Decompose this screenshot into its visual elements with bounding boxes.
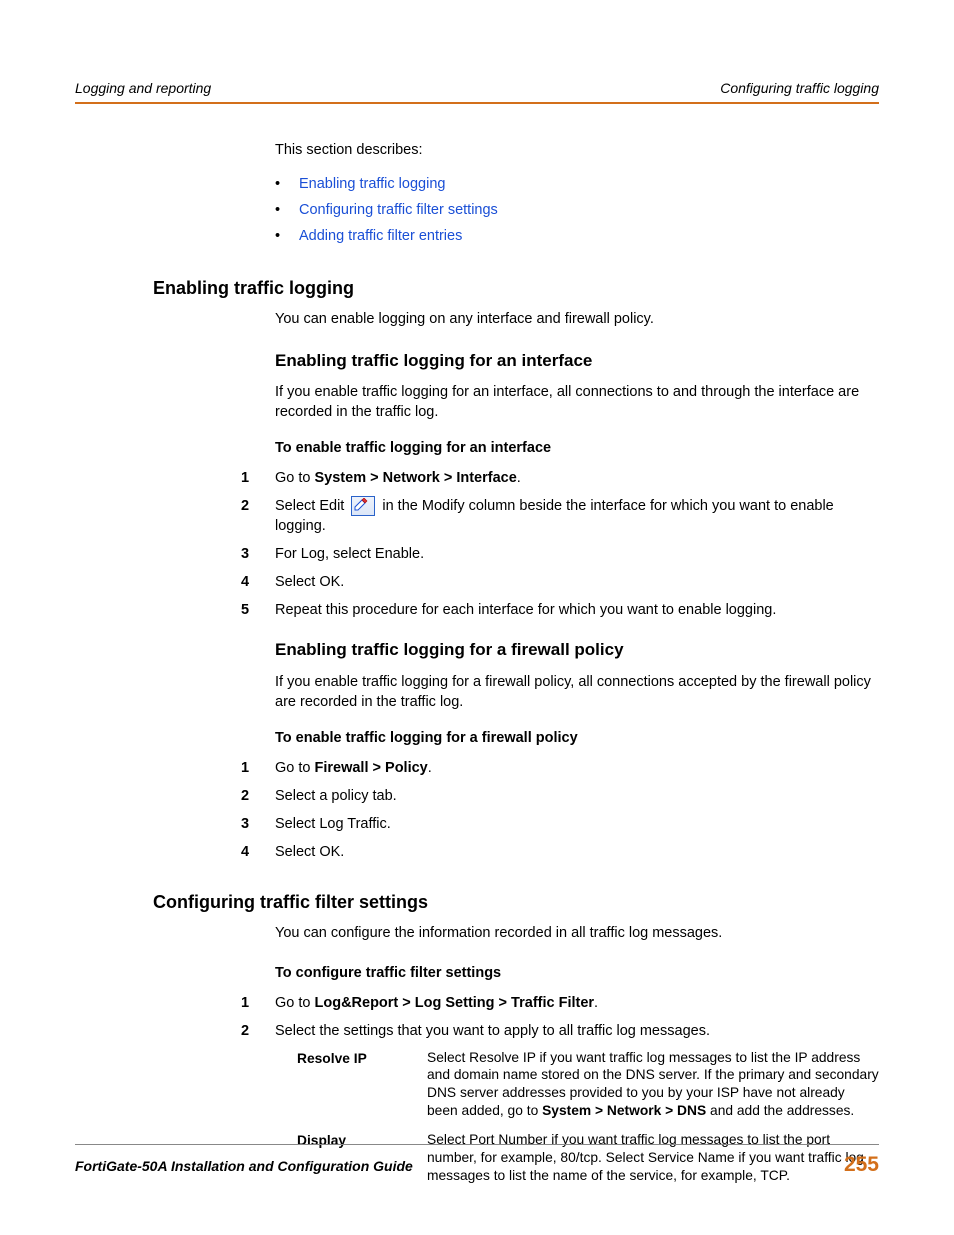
step-number: 2 <box>241 1021 275 1041</box>
page-content: This section describes: • Enabling traff… <box>75 140 879 1184</box>
toc-link-configuring[interactable]: Configuring traffic filter settings <box>299 200 498 220</box>
step-text: Go to Firewall > Policy. <box>275 758 879 778</box>
page-footer: FortiGate-50A Installation and Configura… <box>75 1144 879 1177</box>
step-number: 2 <box>241 496 275 536</box>
step-fragment: . <box>517 470 521 486</box>
bullet-icon: • <box>275 200 299 220</box>
step-number: 1 <box>241 993 275 1013</box>
header-right: Configuring traffic logging <box>720 80 879 96</box>
step-fragment: Go to <box>275 760 315 776</box>
step-row: 4 Select OK. <box>241 842 879 862</box>
setting-description: Select Resolve IP if you want traffic lo… <box>427 1049 879 1120</box>
step-number: 5 <box>241 600 275 620</box>
edit-icon <box>351 496 375 516</box>
heading-enabling-traffic-logging: Enabling traffic logging <box>153 276 879 301</box>
heading-configuring-filter: Configuring traffic filter settings <box>153 890 879 915</box>
step-number: 3 <box>241 814 275 834</box>
step-path: Log&Report > Log Setting > Traffic Filte… <box>315 995 595 1011</box>
step-number: 3 <box>241 544 275 564</box>
step-path: System > Network > Interface <box>315 470 517 486</box>
step-row: 4 Select OK. <box>241 572 879 592</box>
toc-item: • Adding traffic filter entries <box>275 226 879 246</box>
step-fragment: Select Edit <box>275 498 348 514</box>
procedure-title: To configure traffic filter settings <box>275 963 879 983</box>
step-text: Go to Log&Report > Log Setting > Traffic… <box>275 993 879 1013</box>
desc-path: System > Network > DNS <box>542 1103 706 1118</box>
step-row: 1 Go to Firewall > Policy. <box>241 758 879 778</box>
step-row: 1 Go to System > Network > Interface. <box>241 468 879 488</box>
step-text: For Log, select Enable. <box>275 544 879 564</box>
desc-fragment: and add the addresses. <box>706 1103 854 1118</box>
heading-interface: Enabling traffic logging for an interfac… <box>275 349 879 372</box>
step-number: 1 <box>241 468 275 488</box>
bullet-icon: • <box>275 174 299 194</box>
toc-item: • Configuring traffic filter settings <box>275 200 879 220</box>
step-text: Repeat this procedure for each interface… <box>275 600 879 620</box>
procedure-title: To enable traffic logging for an interfa… <box>275 438 879 458</box>
procedure-title: To enable traffic logging for a firewall… <box>275 728 879 748</box>
step-fragment: . <box>594 995 598 1011</box>
step-row: 3 For Log, select Enable. <box>241 544 879 564</box>
page-number: 255 <box>844 1153 879 1177</box>
step-path: Firewall > Policy <box>315 760 428 776</box>
heading-firewall-policy: Enabling traffic logging for a firewall … <box>275 638 879 661</box>
step-number: 2 <box>241 786 275 806</box>
toc-list: • Enabling traffic logging • Configuring… <box>275 174 879 246</box>
body-text: If you enable traffic logging for a fire… <box>275 672 879 712</box>
step-text: Select OK. <box>275 842 879 862</box>
step-text: Select OK. <box>275 572 879 592</box>
step-number: 1 <box>241 758 275 778</box>
page-header: Logging and reporting Configuring traffi… <box>75 80 879 104</box>
table-row: Resolve IP Select Resolve IP if you want… <box>297 1049 879 1120</box>
toc-link-enabling[interactable]: Enabling traffic logging <box>299 174 445 194</box>
intro-text: This section describes: <box>275 140 879 160</box>
step-fragment: Go to <box>275 995 315 1011</box>
step-text: Select the settings that you want to app… <box>275 1021 879 1041</box>
step-text: Select Edit in the Modify column beside … <box>275 496 879 536</box>
step-fragment: Go to <box>275 470 315 486</box>
setting-label: Resolve IP <box>297 1049 427 1120</box>
step-fragment: . <box>428 760 432 776</box>
bullet-icon: • <box>275 226 299 246</box>
step-text: Select Log Traffic. <box>275 814 879 834</box>
step-row: 2 Select a policy tab. <box>241 786 879 806</box>
step-row: 2 Select Edit in the Modify column besid… <box>241 496 879 536</box>
step-row: 2 Select the settings that you want to a… <box>241 1021 879 1041</box>
step-text: Select a policy tab. <box>275 786 879 806</box>
body-text: You can configure the information record… <box>275 923 879 943</box>
header-left: Logging and reporting <box>75 80 211 96</box>
step-row: 5 Repeat this procedure for each interfa… <box>241 600 879 620</box>
toc-item: • Enabling traffic logging <box>275 174 879 194</box>
footer-title: FortiGate-50A Installation and Configura… <box>75 1158 413 1174</box>
toc-link-adding[interactable]: Adding traffic filter entries <box>299 226 462 246</box>
body-text: You can enable logging on any interface … <box>275 309 879 329</box>
body-text: If you enable traffic logging for an int… <box>275 382 879 422</box>
step-row: 1 Go to Log&Report > Log Setting > Traff… <box>241 993 879 1013</box>
step-number: 4 <box>241 842 275 862</box>
step-number: 4 <box>241 572 275 592</box>
step-row: 3 Select Log Traffic. <box>241 814 879 834</box>
step-text: Go to System > Network > Interface. <box>275 468 879 488</box>
